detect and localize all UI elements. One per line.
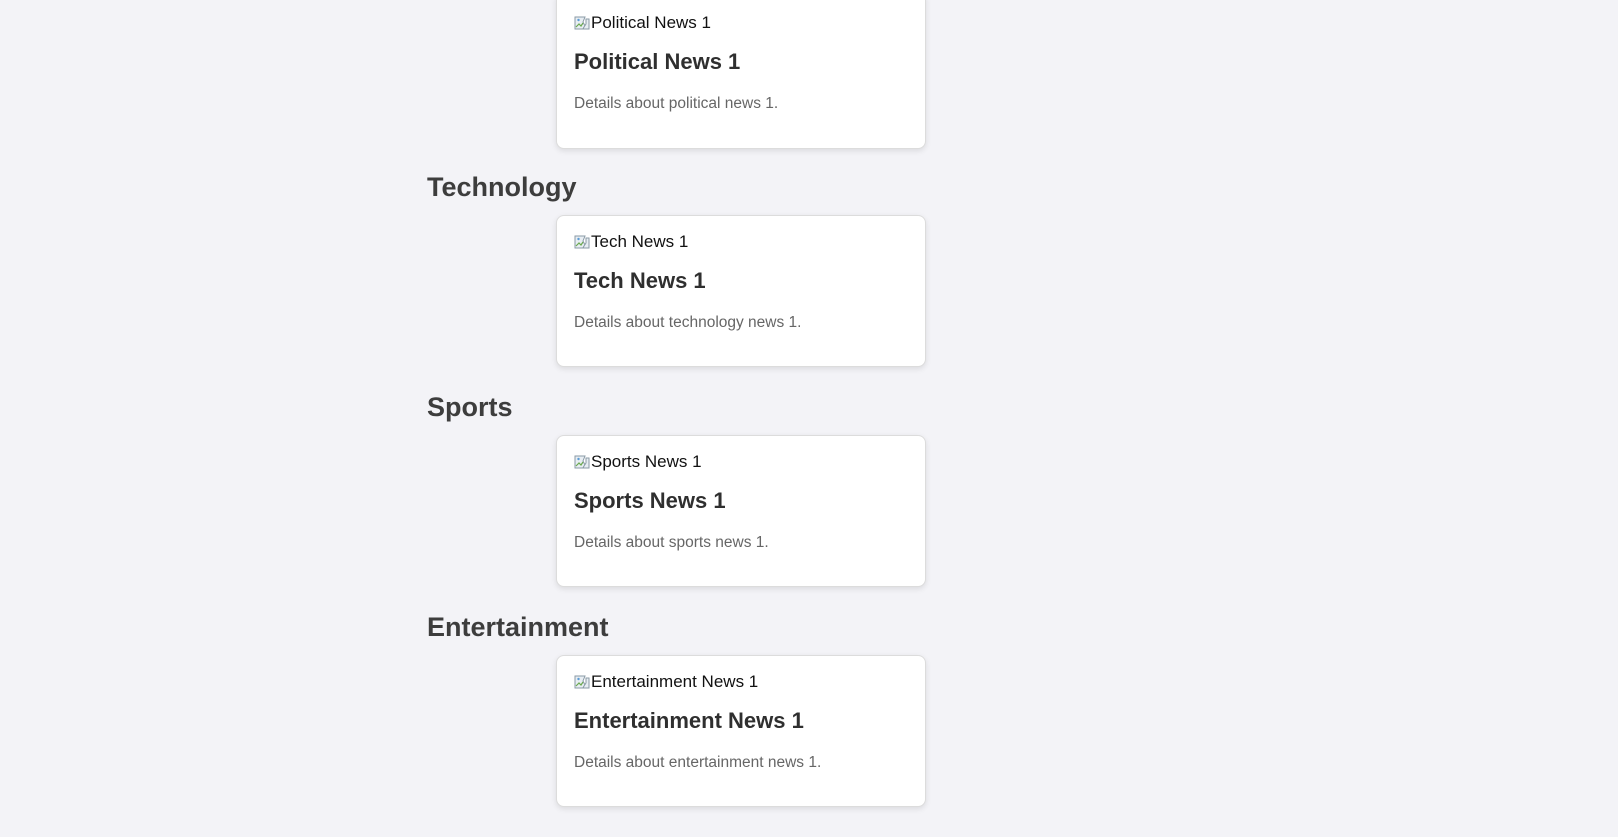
section-title-entertainment: Entertainment: [427, 612, 609, 642]
article-image-alt-text: Tech News 1: [591, 232, 689, 251]
section-title-technology: Technology: [427, 172, 577, 202]
broken-image-icon: [574, 674, 590, 690]
broken-image-icon: [574, 15, 590, 31]
news-card-political[interactable]: Political News 1 Political News 1 Detail…: [556, 0, 926, 149]
article-description: Details about sports news 1.: [574, 534, 769, 551]
article-description: Details about political news 1.: [574, 95, 779, 112]
article-image-alt-text: Political News 1: [591, 13, 711, 32]
broken-image-icon: [574, 454, 590, 470]
article-image: Entertainment News 1: [574, 672, 758, 692]
news-card-technology[interactable]: Tech News 1 Tech News 1 Details about te…: [556, 215, 926, 367]
article-image: Sports News 1: [574, 452, 702, 472]
article-title[interactable]: Tech News 1: [574, 268, 706, 294]
news-card-entertainment[interactable]: Entertainment News 1 Entertainment News …: [556, 655, 926, 807]
article-description: Details about entertainment news 1.: [574, 754, 822, 771]
broken-image-icon: [574, 234, 590, 250]
news-page: Political News 1 Political News 1 Detail…: [0, 0, 1618, 837]
section-title-sports: Sports: [427, 392, 513, 422]
news-card-sports[interactable]: Sports News 1 Sports News 1 Details abou…: [556, 435, 926, 587]
article-image: Political News 1: [574, 13, 711, 33]
article-image-alt-text: Entertainment News 1: [591, 672, 759, 691]
article-title[interactable]: Entertainment News 1: [574, 708, 804, 734]
article-image-alt-text: Sports News 1: [591, 452, 702, 471]
article-description: Details about technology news 1.: [574, 314, 802, 331]
article-title[interactable]: Political News 1: [574, 49, 740, 75]
article-title[interactable]: Sports News 1: [574, 488, 726, 514]
article-image: Tech News 1: [574, 232, 688, 252]
